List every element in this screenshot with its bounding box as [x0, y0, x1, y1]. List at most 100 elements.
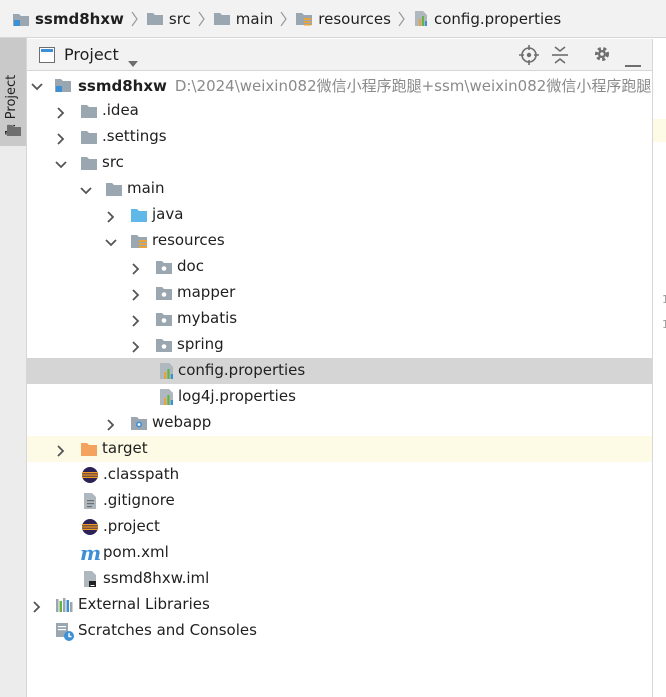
project-path: D:\2024\weixin082微信小程序跑腿+ssm\weixin082微信… [174, 77, 652, 95]
breadcrumb-item-config-properties[interactable]: config.properties [413, 10, 561, 28]
tree-item-label: pom.xml [103, 543, 169, 561]
properties-file-icon [414, 11, 427, 26]
breadcrumb-label: ssmd8hxw [35, 9, 124, 28]
folder-icon [7, 121, 21, 140]
tree-item-label: target [102, 439, 148, 457]
chevron-right-icon [398, 11, 405, 27]
chevron-right-icon[interactable] [105, 417, 117, 431]
chevron-right-icon[interactable] [105, 209, 117, 223]
tree-item-label: Scratches and Consoles [78, 621, 257, 639]
chevron-right-icon [280, 11, 288, 27]
tree-item-project[interactable]: .project [27, 514, 652, 540]
iml-file-icon [82, 570, 100, 588]
folder-icon [146, 13, 163, 25]
folder-icon [105, 180, 123, 198]
minimize-icon[interactable] [625, 53, 641, 72]
folder-icon [213, 13, 230, 25]
tree-item-mapper[interactable]: mapper [27, 280, 652, 306]
gutter-highlight [653, 119, 666, 142]
tree-item-external-libraries[interactable]: External Libraries [27, 592, 652, 618]
project-panel-header: Project [27, 39, 652, 71]
breadcrumb-label: main [235, 9, 274, 28]
tree-item-iml[interactable]: ssmd8hxw.iml [27, 566, 652, 592]
tree-item-label: java [152, 205, 184, 223]
chevron-right-icon [131, 11, 138, 27]
package-folder-icon [155, 336, 173, 354]
tree-item-label: mybatis [177, 309, 238, 327]
tree-item-label: main [127, 179, 165, 197]
tree-item-label: .gitignore [103, 491, 175, 509]
collapse-all-icon[interactable] [551, 45, 569, 69]
tree-item-target[interactable]: target [27, 436, 652, 462]
chevron-right-icon[interactable] [130, 339, 142, 353]
tree-item-main[interactable]: main [27, 176, 652, 202]
properties-file-icon [158, 388, 176, 406]
folder-icon [80, 154, 98, 172]
line-number: 1 [662, 318, 666, 331]
module-folder-icon [13, 13, 29, 26]
chevron-right-icon[interactable] [130, 261, 142, 275]
chevron-right-icon[interactable] [130, 313, 142, 327]
tree-item-resources[interactable]: resources [27, 228, 652, 254]
chevron-right-icon[interactable] [55, 105, 67, 119]
source-folder-icon [130, 206, 148, 224]
tree-item-classpath[interactable]: .classpath [27, 462, 652, 488]
tree-item-java[interactable]: java [27, 202, 652, 228]
tree-item-label: .settings [102, 127, 167, 145]
tree-item-gitignore[interactable]: .gitignore [27, 488, 652, 514]
gear-icon[interactable] [593, 45, 611, 67]
line-number: 1 [662, 293, 666, 306]
module-folder-icon [54, 76, 72, 94]
tree-item-label: ssmd8hxw.iml [103, 569, 210, 587]
tree-item-label: .idea [102, 101, 139, 119]
tree-item-label: config.properties [178, 361, 306, 379]
tree-item-label: .classpath [103, 465, 180, 483]
tree-item-label: log4j.properties [178, 387, 296, 405]
resources-folder-icon [130, 232, 148, 250]
tree-item-scratches-and-consoles[interactable]: Scratches and Consoles [27, 618, 652, 644]
tree-item-pom-xml[interactable]: m pom.xml [27, 540, 652, 566]
project-tool-tab[interactable]: 1: Project [0, 38, 26, 146]
eclipse-icon [81, 518, 99, 536]
tree-item-spring[interactable]: spring [27, 332, 652, 358]
chevron-right-icon[interactable] [31, 599, 43, 613]
breadcrumb-item-src[interactable]: src [146, 10, 191, 28]
chevron-down-icon[interactable] [128, 52, 138, 71]
breadcrumb-item-main[interactable]: main [213, 10, 273, 28]
tree-item-log4j-properties[interactable]: log4j.properties [27, 384, 652, 410]
tree-item-label: spring [177, 335, 224, 353]
chevron-down-icon[interactable] [105, 235, 117, 247]
libraries-icon [55, 596, 73, 614]
breadcrumb: ssmd8hxw src main resources config.prope… [0, 0, 666, 38]
resources-folder-icon [296, 13, 313, 26]
chevron-down-icon[interactable] [55, 157, 67, 169]
tree-item-doc[interactable]: doc [27, 254, 652, 280]
chevron-down-icon[interactable] [31, 79, 43, 91]
locate-icon[interactable] [519, 45, 539, 69]
package-folder-icon [155, 310, 173, 328]
folder-icon [80, 128, 98, 146]
tree-item-label: mapper [177, 283, 236, 301]
tree-item-ssmd8hxw[interactable]: ssmd8hxw D:\2024\weixin082微信小程序跑腿+ssm\wei… [27, 72, 652, 98]
chevron-down-icon[interactable] [80, 183, 92, 195]
tree-item-webapp[interactable]: webapp [27, 410, 652, 436]
tree-item-mybatis[interactable]: mybatis [27, 306, 652, 332]
chevron-right-icon[interactable] [130, 287, 142, 301]
tree-item-settings[interactable]: .settings [27, 124, 652, 150]
tree-item-label: doc [177, 257, 204, 275]
chevron-right-icon[interactable] [55, 131, 67, 145]
chevron-right-icon[interactable] [55, 443, 67, 457]
breadcrumb-item-resources[interactable]: resources [295, 10, 391, 28]
package-folder-icon [155, 284, 173, 302]
breadcrumb-label: src [168, 9, 191, 28]
breadcrumb-item-project[interactable]: ssmd8hxw [12, 10, 124, 28]
tree-item-label: ssmd8hxw [78, 77, 167, 95]
text-file-icon [82, 492, 100, 510]
tree-item-idea[interactable]: .idea [27, 98, 652, 124]
breadcrumb-label: config.properties [433, 9, 562, 28]
excluded-folder-icon [80, 440, 98, 458]
panel-title[interactable]: Project [64, 45, 119, 64]
tree-item-src[interactable]: src [27, 150, 652, 176]
tree-item-label: .project [103, 517, 160, 535]
tree-item-config-properties[interactable]: config.properties [27, 358, 652, 384]
